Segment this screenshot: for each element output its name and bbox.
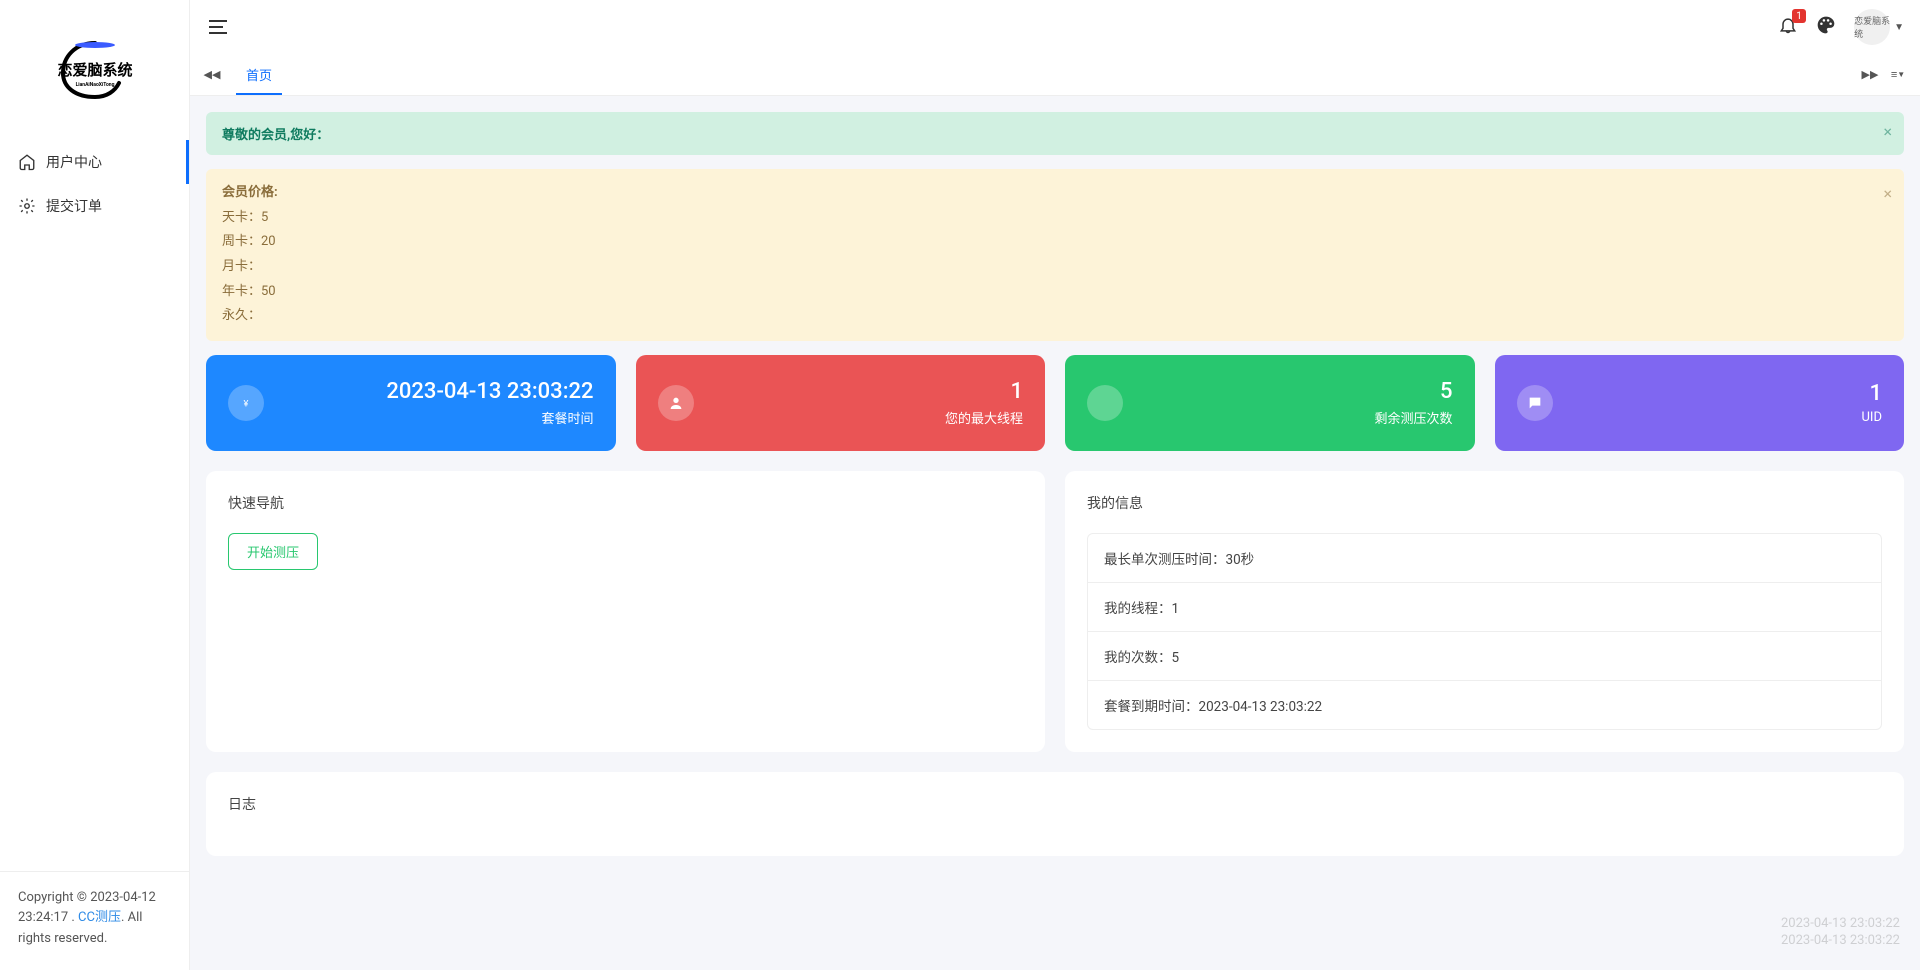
user-icon: [658, 385, 694, 421]
info-item: 我的线程：1: [1088, 583, 1881, 632]
logo-icon: 恋爱脑系统 LianAiNaoXiTong: [45, 35, 145, 105]
sidebar-footer: Copyright © 2023-04-12 23:24:17 . CC测压. …: [0, 871, 189, 970]
card-title: 我的信息: [1087, 493, 1882, 513]
stat-remaining: 5剩余测压次数: [1065, 355, 1475, 451]
home-icon: [18, 153, 36, 171]
main: 1 恋爱脑系统 ▼ ◀◀ 首页 ▶▶ ≡ ▼ 尊敬的会员,您好：: [190, 0, 1920, 970]
svg-text:恋爱脑系统: 恋爱脑系统: [57, 61, 132, 79]
card-log: 日志: [206, 772, 1904, 856]
card-title: 快速导航: [228, 493, 1023, 513]
notif-badge: 1: [1792, 9, 1806, 23]
tabs-scroll-right[interactable]: ▶▶: [1856, 68, 1884, 81]
stats-row: ¥ 2023-04-13 23:03:22套餐时间 1您的最大线程 5剩余测压次…: [206, 355, 1904, 451]
caret-down-icon: ▼: [1894, 22, 1904, 33]
sidebar-item-submit-order[interactable]: 提交订单: [0, 184, 189, 228]
card-myinfo: 我的信息 最长单次测压时间：30秒 我的线程：1 我的次数：5 套餐到期时间：2…: [1065, 471, 1904, 752]
info-item: 最长单次测压时间：30秒: [1088, 534, 1881, 583]
order-icon: [18, 197, 36, 215]
logo: 恋爱脑系统 LianAiNaoXiTong: [0, 0, 189, 140]
sidebar-item-user-center[interactable]: 用户中心: [0, 140, 189, 184]
tab-home[interactable]: 首页: [226, 54, 292, 95]
hamburger-icon: [206, 15, 230, 39]
tabs-scroll-left[interactable]: ◀◀: [198, 68, 226, 81]
notifications-button[interactable]: 1: [1778, 15, 1798, 39]
sidebar: 恋爱脑系统 LianAiNaoXiTong 用户中心 提交订单 Copyrigh…: [0, 0, 190, 970]
sidebar-item-label: 提交订单: [46, 196, 102, 216]
svg-text:LianAiNaoXiTong: LianAiNaoXiTong: [75, 82, 114, 88]
close-icon[interactable]: ×: [1883, 122, 1892, 141]
card-quicknav: 快速导航 开始测压: [206, 471, 1045, 752]
palette-icon: [1816, 15, 1836, 35]
close-icon[interactable]: ×: [1883, 179, 1892, 209]
info-item: 我的次数：5: [1088, 632, 1881, 681]
stat-max-threads: 1您的最大线程: [636, 355, 1046, 451]
user-menu[interactable]: 恋爱脑系统 ▼: [1854, 9, 1904, 45]
content: 尊敬的会员,您好： × 会员价格: 天卡：5 周卡：20 月卡： 年卡：50 永…: [190, 96, 1920, 970]
chat-icon: [1517, 385, 1553, 421]
download-icon: [1087, 385, 1123, 421]
avatar: 恋爱脑系统: [1854, 9, 1890, 45]
yen-icon: ¥: [228, 385, 264, 421]
menu-toggle[interactable]: [206, 15, 230, 39]
start-test-button[interactable]: 开始测压: [228, 533, 318, 570]
card-title: 日志: [228, 794, 1882, 814]
alert-pricing: 会员价格: 天卡：5 周卡：20 月卡： 年卡：50 永久： ×: [206, 169, 1904, 341]
theme-button[interactable]: [1816, 15, 1836, 39]
stat-plan-time: ¥ 2023-04-13 23:03:22套餐时间: [206, 355, 616, 451]
tabs-bar: ◀◀ 首页 ▶▶ ≡ ▼: [190, 54, 1920, 96]
tabs-menu[interactable]: ≡ ▼: [1884, 68, 1912, 81]
topbar: 1 恋爱脑系统 ▼: [190, 0, 1920, 54]
sidebar-nav: 用户中心 提交订单: [0, 140, 189, 871]
stat-uid: 1UID: [1495, 355, 1905, 451]
sidebar-item-label: 用户中心: [46, 152, 102, 172]
info-list: 最长单次测压时间：30秒 我的线程：1 我的次数：5 套餐到期时间：2023-0…: [1087, 533, 1882, 730]
footer-link[interactable]: CC测压: [78, 910, 121, 925]
svg-text:¥: ¥: [244, 398, 249, 409]
info-item: 套餐到期时间：2023-04-13 23:03:22: [1088, 681, 1881, 729]
alert-greeting: 尊敬的会员,您好： ×: [206, 112, 1904, 155]
